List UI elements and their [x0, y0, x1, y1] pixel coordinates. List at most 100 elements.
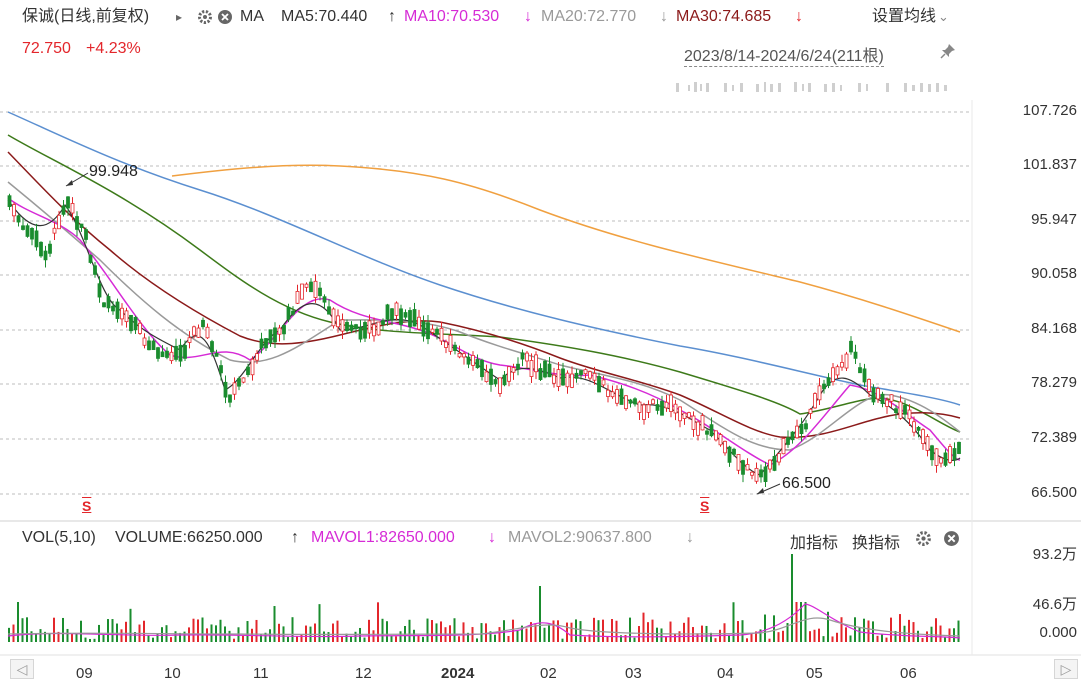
gear-icon[interactable]	[915, 530, 932, 552]
candle-body	[628, 399, 633, 404]
volume-bar	[305, 625, 307, 642]
mavol1-arrow-icon: ↓	[488, 529, 496, 546]
volume-bar	[354, 631, 357, 642]
volume-bar	[615, 620, 618, 642]
volume-bar	[912, 622, 915, 642]
candle-body	[660, 400, 664, 416]
volume-bar	[381, 618, 384, 642]
volume-bar	[107, 619, 109, 642]
candle-body	[826, 377, 831, 386]
candle-body	[651, 399, 655, 405]
candle-body	[903, 405, 907, 415]
candle-body	[34, 230, 39, 248]
candle-body	[453, 344, 457, 351]
candle-body	[579, 370, 583, 376]
candle-body	[646, 404, 651, 413]
sell-marker-1[interactable]: S	[82, 498, 91, 514]
price-chart[interactable]	[0, 0, 1081, 684]
scroll-right-button[interactable]: ▷	[1054, 659, 1078, 679]
volume-bar	[953, 628, 955, 642]
candle-body	[885, 399, 889, 407]
candle-body	[205, 326, 210, 339]
candle-body	[102, 302, 106, 308]
sell-marker-2[interactable]: S	[700, 498, 709, 514]
candle-body	[120, 307, 124, 320]
volume-bar	[26, 617, 28, 642]
x-tick-12: 12	[355, 665, 372, 682]
volume-bar	[17, 602, 19, 642]
candle-body	[880, 393, 885, 404]
candle-body	[529, 360, 534, 377]
candle-body	[129, 314, 133, 332]
candle-body	[822, 383, 826, 390]
candle-body	[93, 265, 97, 275]
candle-body	[525, 352, 529, 362]
volume-bars	[8, 554, 960, 642]
volume-bar	[921, 637, 924, 642]
volume-bar	[462, 622, 465, 642]
volume-bar	[602, 619, 604, 642]
candle-body	[412, 309, 417, 327]
volume-bar	[543, 627, 546, 642]
candle-body	[466, 356, 471, 365]
candle-body	[817, 385, 822, 401]
x-tick-05: 05	[806, 665, 823, 682]
candle-body	[12, 204, 16, 217]
volume-bar	[422, 636, 424, 642]
candle-body	[178, 344, 183, 362]
switch-indicator-button[interactable]: 换指标	[852, 529, 900, 553]
x-tick-04: 04	[717, 665, 734, 682]
candle-body	[43, 250, 48, 261]
volume-bar	[507, 635, 510, 642]
close-icon[interactable]	[943, 530, 960, 552]
volume-bar	[809, 631, 811, 642]
volume-bar	[431, 620, 433, 642]
candle-body	[210, 341, 214, 353]
y-tick-6: 78.279	[1031, 374, 1077, 391]
candle-body	[898, 401, 903, 419]
volume-bar	[741, 620, 744, 642]
volume-bar	[696, 633, 699, 642]
mavol2-value: MAVOL2:90637.800	[508, 529, 652, 546]
candle-body	[538, 368, 543, 380]
candle-body	[516, 363, 520, 370]
volume-bar	[129, 608, 132, 642]
volume-bar	[629, 617, 631, 642]
candle-body	[156, 347, 160, 359]
candle-body	[484, 371, 489, 383]
volume-bar	[683, 622, 685, 642]
candle-body	[696, 421, 700, 436]
candle-body	[700, 415, 705, 431]
candle-body	[241, 377, 246, 383]
candle-body	[912, 421, 916, 433]
volume-bar	[885, 637, 888, 642]
volume-bar	[575, 619, 577, 642]
candle-body	[952, 448, 957, 461]
volume-bar	[494, 634, 496, 642]
candle-body	[66, 196, 70, 209]
candle-body	[799, 423, 804, 435]
candle-body	[727, 446, 732, 463]
candle-body	[781, 438, 786, 455]
add-indicator-button[interactable]: 加指标	[790, 529, 838, 553]
volume-bar	[728, 634, 730, 642]
candle-body	[678, 406, 682, 422]
volume-bar	[111, 619, 114, 642]
candle-body	[741, 460, 745, 475]
candle-body	[511, 367, 516, 373]
volume-bar	[737, 621, 739, 642]
candle-body	[187, 337, 192, 343]
candle-body	[889, 394, 894, 402]
volume-bar	[363, 637, 366, 642]
scroll-left-button[interactable]: ◁	[10, 659, 34, 679]
volume-arrow-icon: ↑	[291, 529, 299, 546]
volume-bar	[908, 619, 910, 642]
candle-body	[426, 322, 430, 340]
volume-bar	[831, 636, 834, 642]
candle-body	[381, 320, 385, 325]
candle-body	[363, 322, 367, 339]
volume-bar	[674, 633, 676, 642]
volume-bar	[687, 617, 690, 642]
candle-body	[345, 321, 349, 332]
volume-bar	[201, 617, 204, 642]
